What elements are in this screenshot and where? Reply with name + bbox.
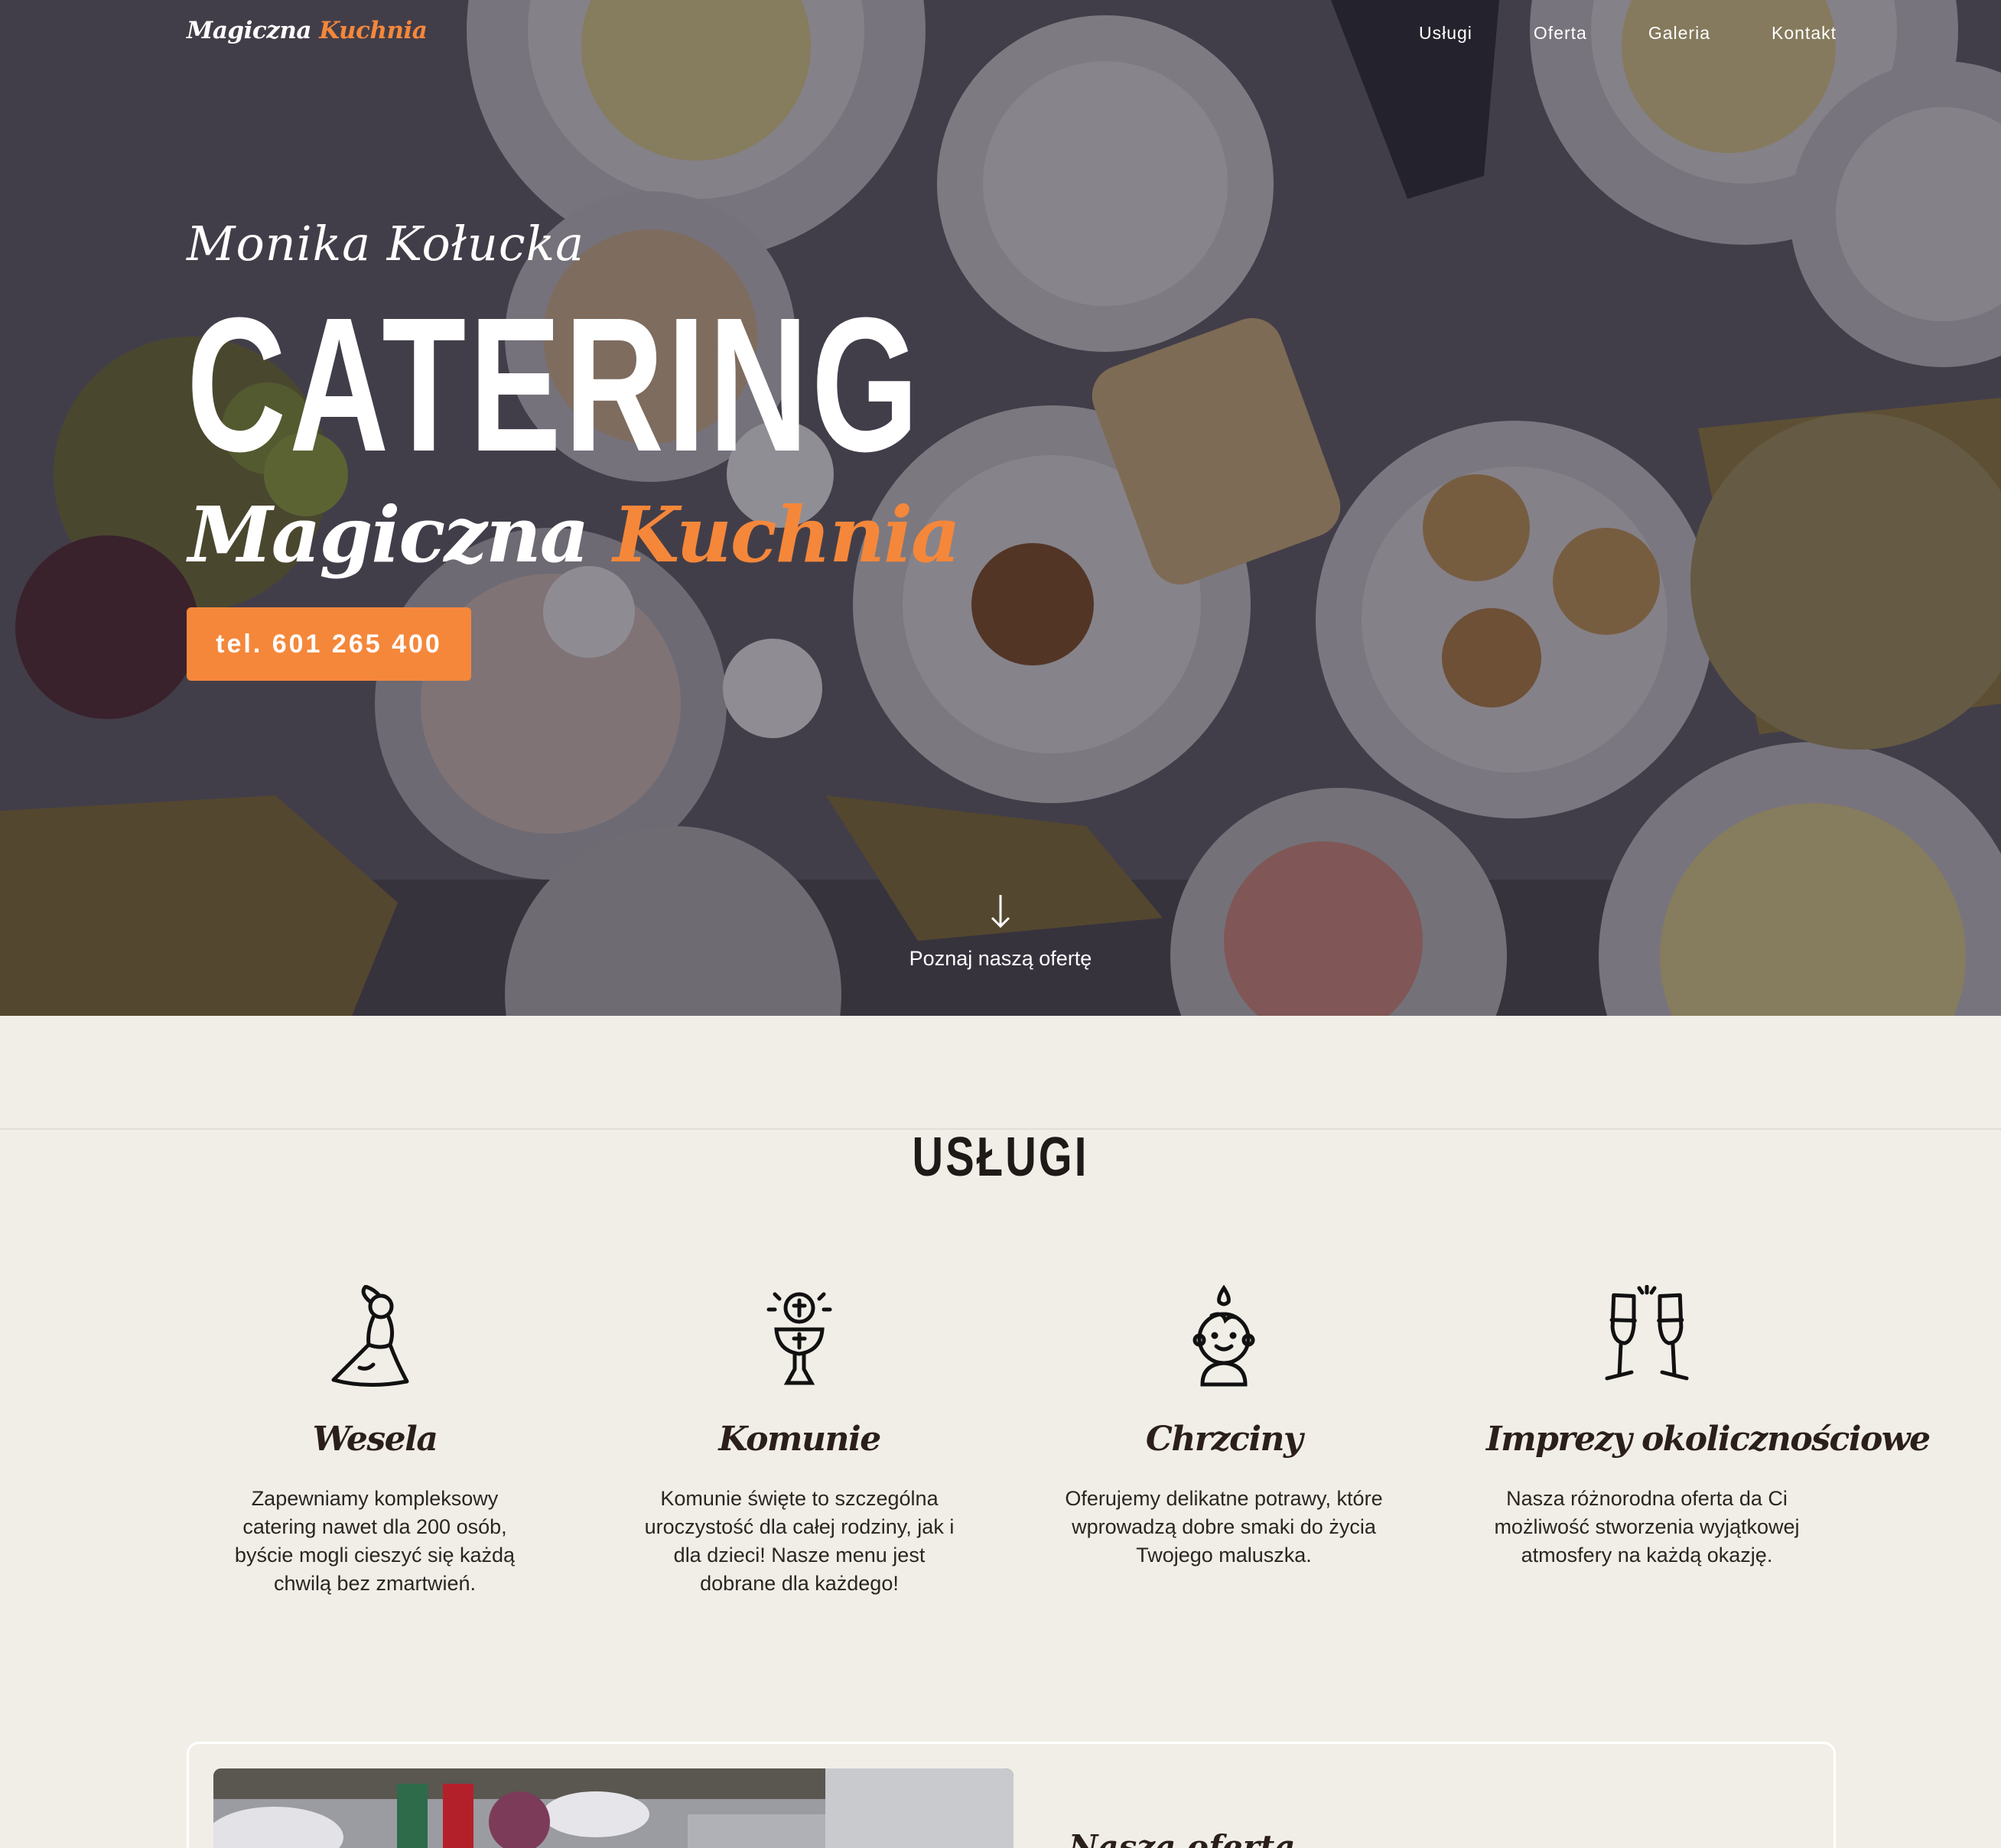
phone-button[interactable]: tel. 601 265 400	[187, 607, 471, 681]
service-card-imprezy: Imprezy okolicznościowe Nasza różnorodna…	[1486, 1285, 1931, 1570]
nav-item-galeria[interactable]: Galeria	[1648, 23, 1710, 44]
logo-text: Magiczna	[187, 17, 311, 44]
nav-item-uslugi[interactable]: Usługi	[1419, 23, 1472, 44]
services-title: USŁUGI	[912, 1127, 1089, 1188]
offer-photo	[213, 1768, 1014, 1848]
hero-brand-text: Magiczna	[188, 490, 590, 580]
service-title-komunie: Komunie	[718, 1420, 881, 1459]
service-text-komunie: Komunie święte to szczególna uroczystość…	[644, 1487, 955, 1595]
main-nav: Usługi Oferta Galeria Kontakt	[1358, 23, 1837, 44]
hero-title: CATERING	[187, 278, 922, 491]
scroll-to-offer-link[interactable]: Poznaj naszą ofertę	[886, 892, 1115, 971]
offer-title: Nasza oferta	[1069, 1828, 1296, 1848]
baby-icon	[1192, 1285, 1255, 1387]
nav-item-oferta[interactable]: Oferta	[1534, 23, 1587, 44]
service-card-komunie: Komunie Komunie święte to szczególna uro…	[639, 1285, 960, 1598]
service-text-chrzciny: Oferujemy delikatne potrawy, które wprow…	[1065, 1487, 1383, 1567]
service-title-imprezy: Imprezy okolicznościowe	[1486, 1420, 1931, 1459]
service-text-wesela: Zapewniamy kompleksowy catering nawet dl…	[234, 1487, 516, 1595]
hero-brand: Magiczna Kuchnia	[188, 490, 961, 580]
service-card-chrzciny: Chrzciny Oferujemy delikatne potrawy, kt…	[1063, 1285, 1384, 1570]
offer-card: Nasza oferta	[187, 1742, 1836, 1848]
logo-accent-text: Kuchnia	[319, 17, 428, 44]
nav-item-kontakt[interactable]: Kontakt	[1772, 23, 1837, 44]
service-card-wesela: Wesela Zapewniamy kompleksowy catering n…	[214, 1285, 535, 1598]
hero-section: Magiczna Kuchnia Usługi Oferta Galeria K…	[0, 0, 2001, 1016]
bride-icon	[331, 1285, 409, 1387]
logo[interactable]: Magiczna Kuchnia	[187, 17, 428, 44]
service-title-chrzciny: Chrzciny	[1145, 1420, 1303, 1459]
champagne-glasses-icon	[1605, 1285, 1689, 1381]
hero-brand-accent: Kuchnia	[613, 490, 961, 580]
service-text-imprezy: Nasza różnorodna oferta da Ci możliwość …	[1494, 1487, 1800, 1567]
service-title-wesela: Wesela	[312, 1420, 438, 1459]
chalice-icon	[766, 1292, 832, 1385]
owner-name: Monika Kołucka	[187, 216, 585, 272]
scroll-label: Poznaj naszą ofertę	[909, 947, 1092, 970]
arrow-down-icon	[991, 895, 1010, 929]
offer-photo-image	[213, 1768, 1014, 1848]
